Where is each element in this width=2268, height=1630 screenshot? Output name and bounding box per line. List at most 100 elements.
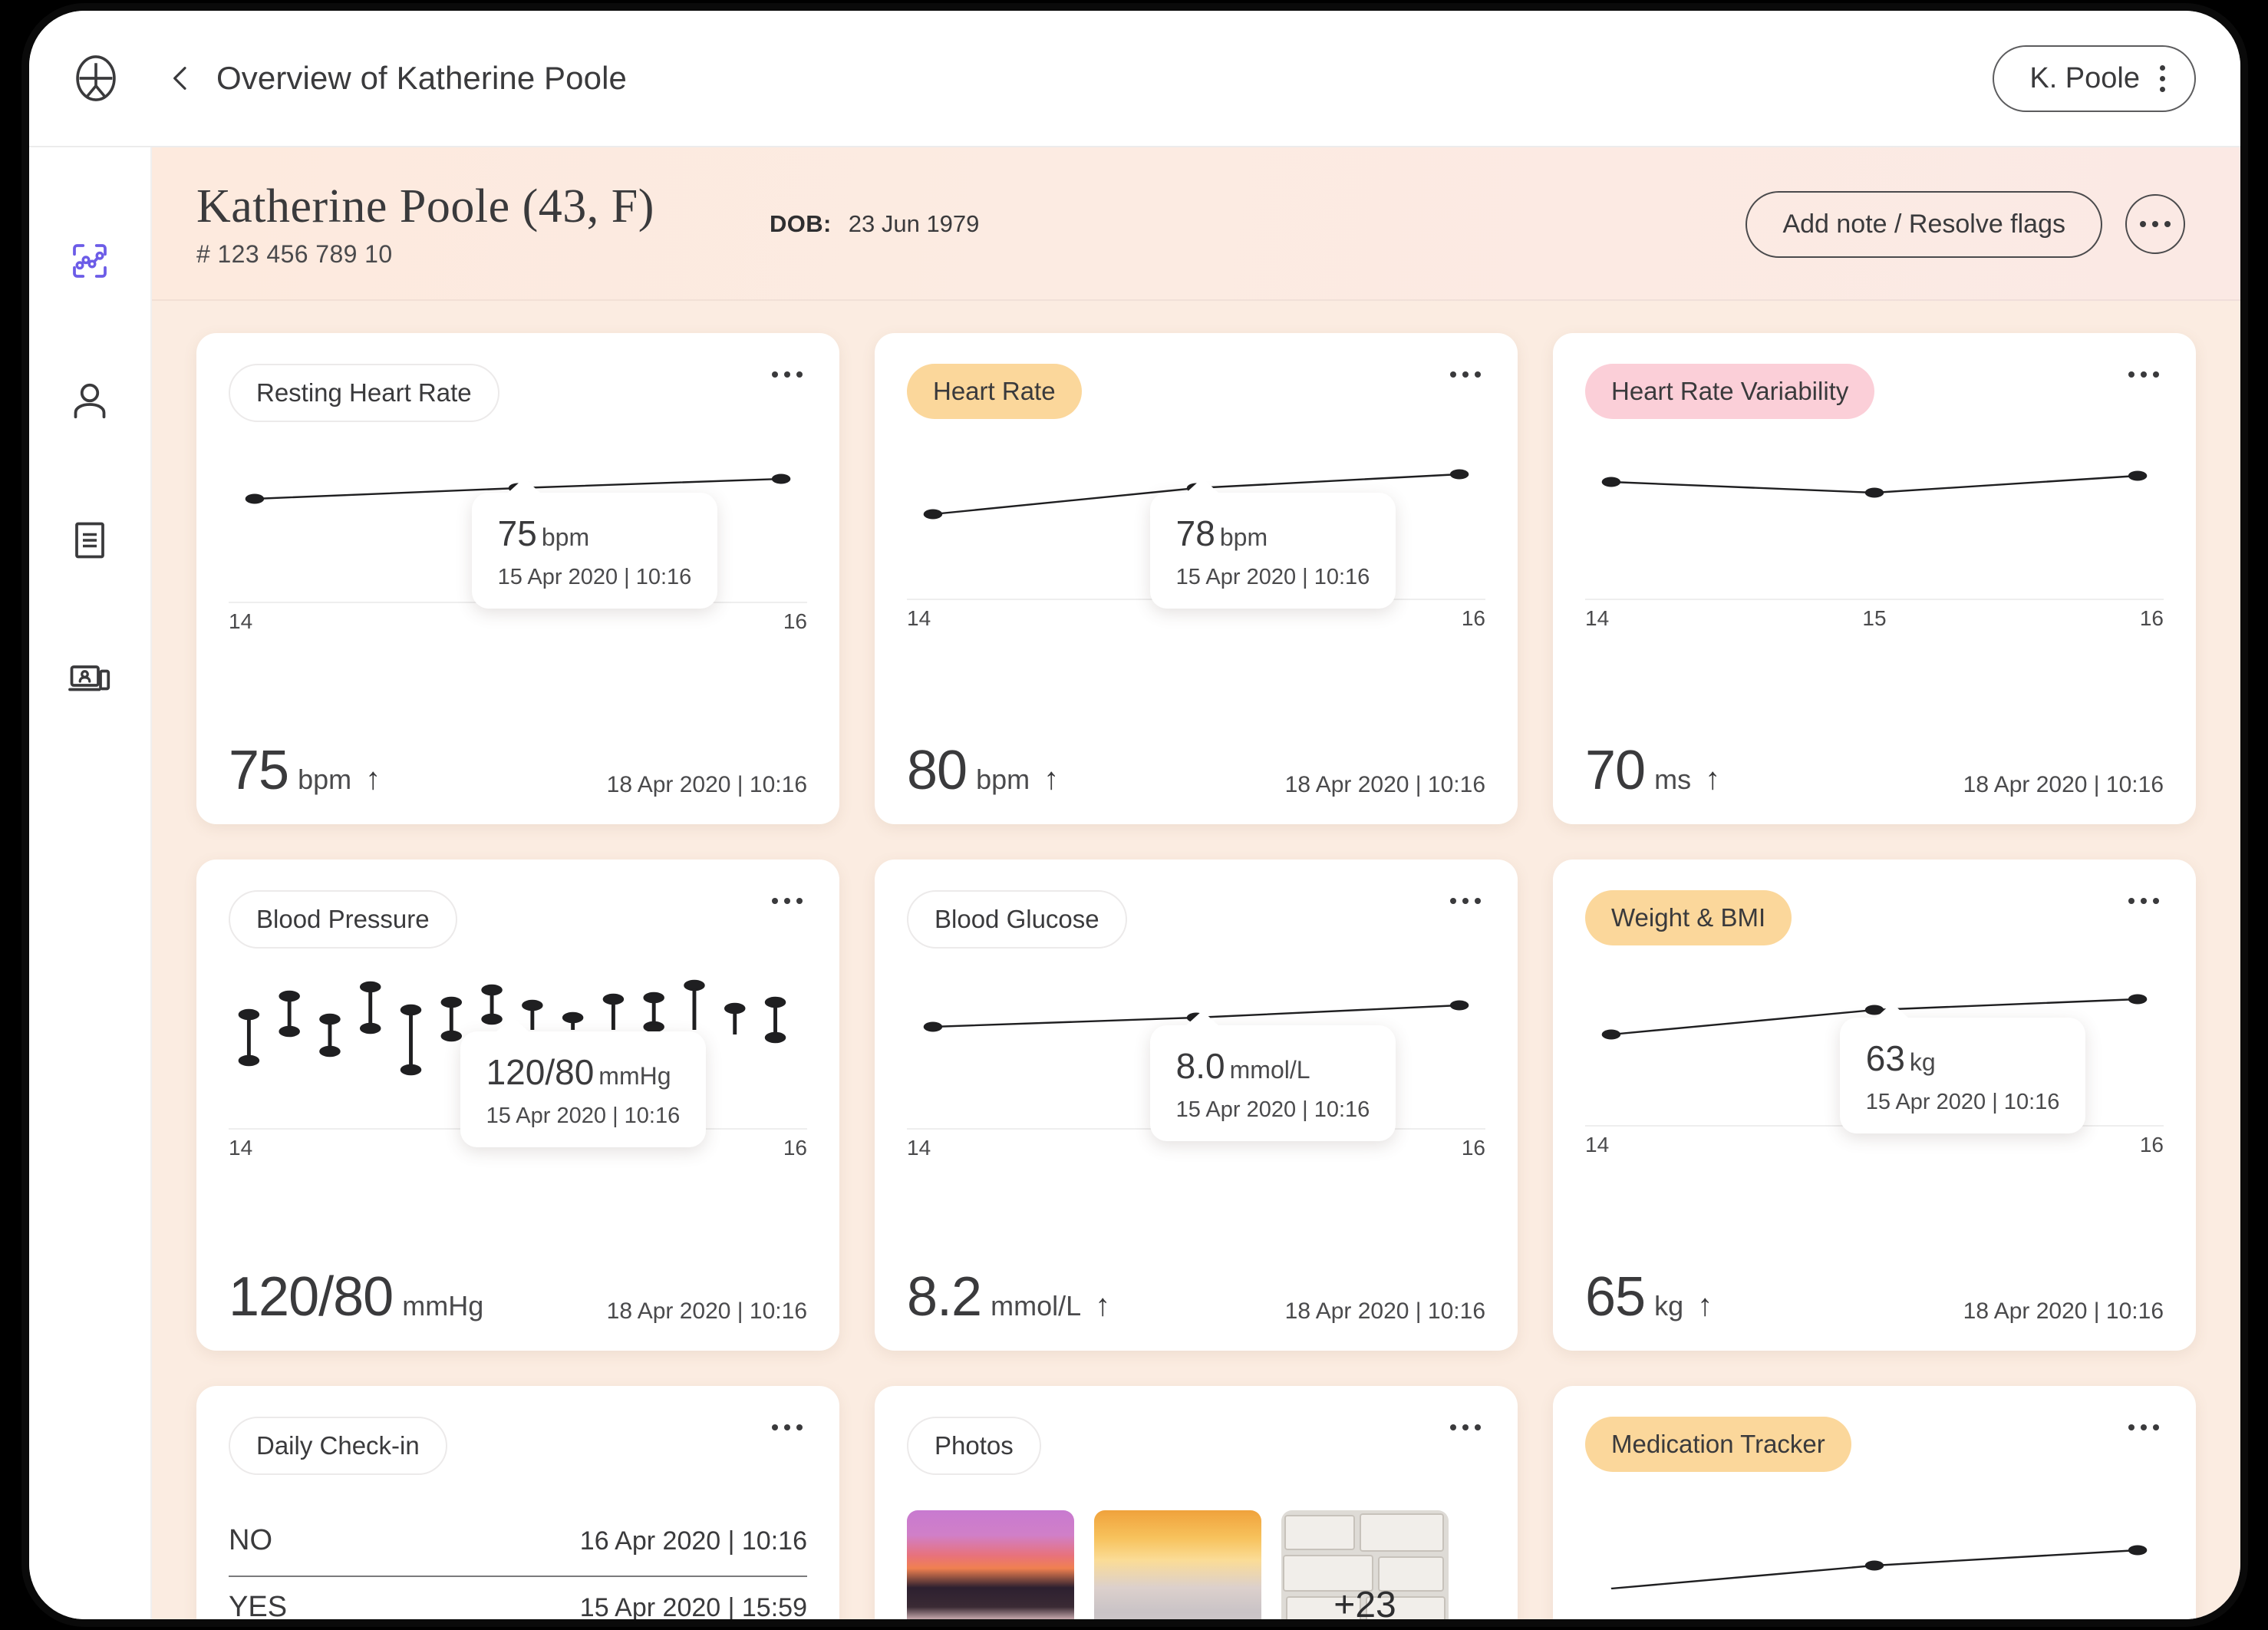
list-item[interactable]: YES 15 Apr 2020 | 15:59 [229,1577,807,1619]
x-axis-labels: 14 16 [229,609,807,634]
x-tick-left: 14 [229,1136,253,1160]
add-note-resolve-flags-button[interactable]: Add note / Resolve flags [1746,190,2102,258]
card-footer: 70 ms ↑ 18 Apr 2020 | 10:16 [1585,743,2164,798]
tooltip-number: 75 [497,513,537,553]
card-title-pill[interactable]: Resting Heart Rate [229,364,499,422]
list-item[interactable]: NO 16 Apr 2020 | 10:16 [229,1510,807,1577]
card-title-pill[interactable]: Photos [907,1417,1041,1475]
sidebar-item-patient[interactable] [53,364,127,437]
left-sidebar-nav [29,147,152,1619]
photo-thumbnail-stone-wall[interactable]: +23 [1281,1510,1449,1619]
horizontal-dots-icon [772,1424,803,1430]
trend-arrow-icon: ↑ [1043,762,1060,796]
footer-date: 18 Apr 2020 | 10:16 [606,1298,807,1324]
x-tick-left: 14 [907,1136,931,1160]
tooltip-number: 63 [1865,1038,1905,1078]
x-tick-mid [275,609,761,634]
x-axis-labels: 14 15 16 [1585,606,2164,631]
footer-value: 70 [1585,740,1646,801]
main-content-area: Katherine Poole (43, F) # 123 456 789 10… [152,147,2240,1619]
trend-arrow-icon: ↑ [1095,1288,1111,1322]
trend-arrow-icon: ↑ [365,762,381,796]
card-header: Blood Glucose [907,890,1485,949]
card-menu-button[interactable] [1446,1417,1485,1430]
metric-cards-grid: Resting Heart Rate 14 16 75 bpm 15 Apr 2… [196,333,2196,1619]
card-title-pill[interactable]: Blood Pressure [229,890,457,949]
photo-thumbnail-desert-sunset[interactable] [907,1510,1074,1619]
metric-card-heart-rate-variability[interactable]: Heart Rate Variability 14 15 16 70 ms ↑ … [1553,333,2196,824]
card-header: Daily Check-in [229,1417,807,1475]
analytics-chart-icon [73,244,107,278]
cards-scroll-region[interactable]: Resting Heart Rate 14 16 75 bpm 15 Apr 2… [152,301,2240,1619]
sidebar-item-telehealth[interactable] [53,643,127,717]
user-account-chip[interactable]: K. Poole [1993,45,2196,112]
patient-header-actions: Add note / Resolve flags [1746,190,2185,258]
tooltip-unit: bpm [541,523,590,551]
chart-weight-bmi: 14 16 63 kg 15 Apr 2020 | 10:16 [1585,972,2164,1163]
sidebar-item-analytics[interactable] [53,224,127,298]
checkin-date: 16 Apr 2020 | 10:16 [579,1526,807,1556]
footer-value: 65 [1585,1266,1646,1328]
x-tick-left: 14 [1585,1133,1610,1157]
card-menu-button[interactable] [2124,1417,2164,1430]
chart-tooltip: 120/80 mmHg 15 Apr 2020 | 10:16 [460,1017,707,1147]
sidebar-item-records[interactable] [53,503,127,577]
user-chip-label: K. Poole [2029,61,2140,94]
footer-value: 80 [907,740,968,801]
metric-card-blood-glucose[interactable]: Blood Glucose 14 16 8.0 mmol/L 15 Apr 20… [875,860,1518,1351]
patient-name: Katherine Poole (43, F) [196,180,654,233]
metric-card-resting-heart-rate[interactable]: Resting Heart Rate 14 16 75 bpm 15 Apr 2… [196,333,839,824]
checkin-date: 15 Apr 2020 | 15:59 [579,1593,807,1619]
card-header: Medication Tracker [1585,1417,2164,1472]
back-chevron-icon[interactable] [166,63,196,94]
date-of-birth-block: DOB: 23 Jun 1979 [770,210,979,238]
metric-card-daily-checkin[interactable]: Daily Check-in NO 16 Apr 2020 | 10:16 YE… [196,1386,839,1619]
card-menu-button[interactable] [767,364,807,378]
tooltip-date: 15 Apr 2020 | 10:16 [1865,1090,2060,1114]
body-split: Katherine Poole (43, F) # 123 456 789 10… [29,147,2240,1619]
card-menu-button[interactable] [2124,890,2164,904]
card-spacer [907,637,1485,743]
health-logo-icon [76,55,116,101]
card-menu-button[interactable] [1446,364,1485,378]
chart-tooltip: 8.0 mmol/L 15 Apr 2020 | 10:16 [1149,1011,1396,1141]
metric-card-photos[interactable]: Photos +23 [875,1386,1518,1619]
card-title-pill[interactable]: Heart Rate [907,364,1082,419]
card-menu-button[interactable] [767,1417,807,1430]
page-title: Overview of Katherine Poole [216,60,627,96]
metric-card-blood-pressure[interactable]: Blood Pressure 14 16 120/80 mmHg 15 Apr … [196,860,839,1351]
card-title-pill[interactable]: Heart Rate Variability [1585,364,1875,419]
footer-date: 18 Apr 2020 | 10:16 [1963,1298,2164,1324]
card-menu-button[interactable] [767,890,807,904]
vertical-dots-icon[interactable] [2160,64,2165,92]
metric-card-medication-tracker[interactable]: Medication Tracker [1553,1386,2196,1619]
tooltip-unit: mmHg [598,1062,671,1090]
tooltip-date: 15 Apr 2020 | 10:16 [1175,1097,1370,1122]
metric-card-heart-rate[interactable]: Heart Rate 14 16 78 bpm 15 Apr 2020 | 10… [875,333,1518,824]
card-footer: 8.2 mmol/L ↑ 18 Apr 2020 | 10:16 [907,1269,1485,1325]
horizontal-dots-icon [1450,1424,1481,1430]
card-title-pill[interactable]: Medication Tracker [1585,1417,1851,1472]
x-tick-mid: 15 [1862,606,1887,630]
card-footer: 120/80 mmHg 18 Apr 2020 | 10:16 [229,1269,807,1325]
card-title-pill[interactable]: Weight & BMI [1585,890,1792,945]
footer-value-block: 8.2 mmol/L ↑ [907,1269,1110,1325]
tooltip-number: 8.0 [1175,1046,1225,1086]
patient-more-options-button[interactable] [2125,194,2185,254]
footer-value-block: 75 bpm ↑ [229,743,381,798]
card-title-pill[interactable]: Daily Check-in [229,1417,447,1475]
x-tick-right: 16 [783,1136,807,1160]
chart-blood-glucose: 14 16 8.0 mmol/L 15 Apr 2020 | 10:16 [907,975,1485,1166]
card-spacer [229,640,807,743]
tooltip-unit: mmol/L [1229,1056,1310,1084]
photo-thumbnail-cloud-sunset[interactable] [1094,1510,1261,1619]
horizontal-dots-icon [1450,371,1481,378]
x-tick-right: 16 [1461,606,1485,630]
tablet-device-frame: Overview of Katherine Poole K. Poole Kat… [29,11,2240,1619]
card-menu-button[interactable] [1446,890,1485,904]
metric-card-weight-bmi[interactable]: Weight & BMI 14 16 63 kg 15 Apr 2020 | 1… [1553,860,2196,1351]
tooltip-number: 120/80 [486,1052,595,1092]
card-menu-button[interactable] [2124,364,2164,378]
x-axis-line [1585,599,2164,600]
card-title-pill[interactable]: Blood Glucose [907,890,1127,949]
